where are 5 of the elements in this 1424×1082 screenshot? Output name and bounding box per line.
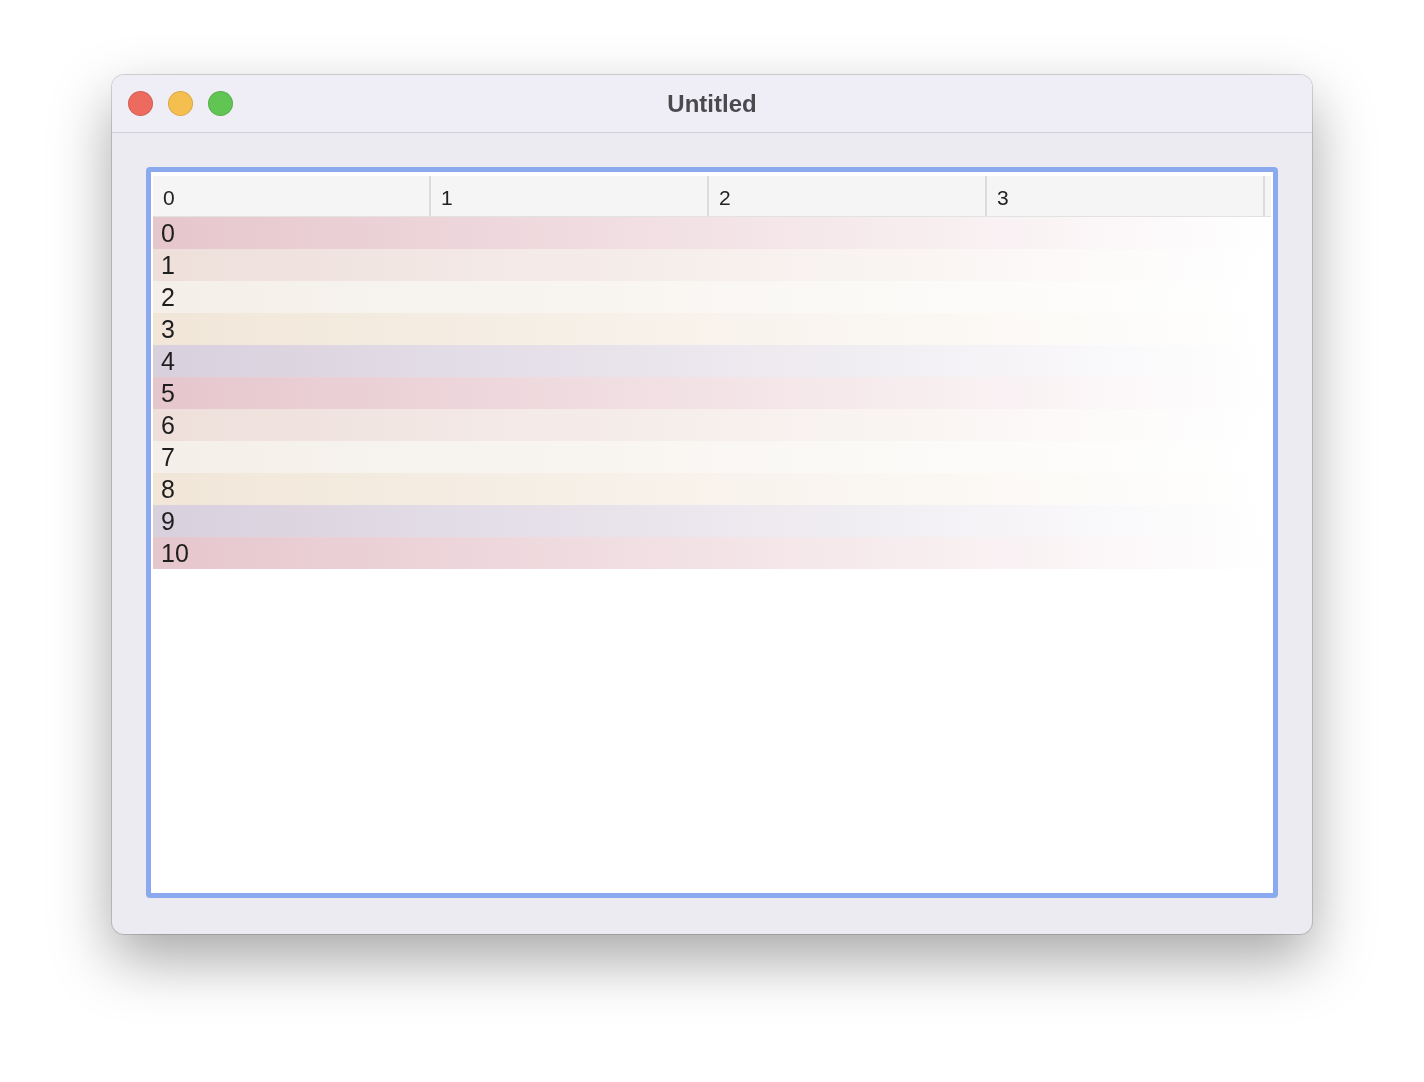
close-button[interactable]	[128, 91, 153, 116]
minimize-button[interactable]	[168, 91, 193, 116]
zoom-button[interactable]	[208, 91, 233, 116]
window-title: Untitled	[667, 89, 757, 118]
table-view[interactable]: 0 1 2 3 0 1 2 3 4 5 6 7 8 9 10	[146, 167, 1278, 898]
